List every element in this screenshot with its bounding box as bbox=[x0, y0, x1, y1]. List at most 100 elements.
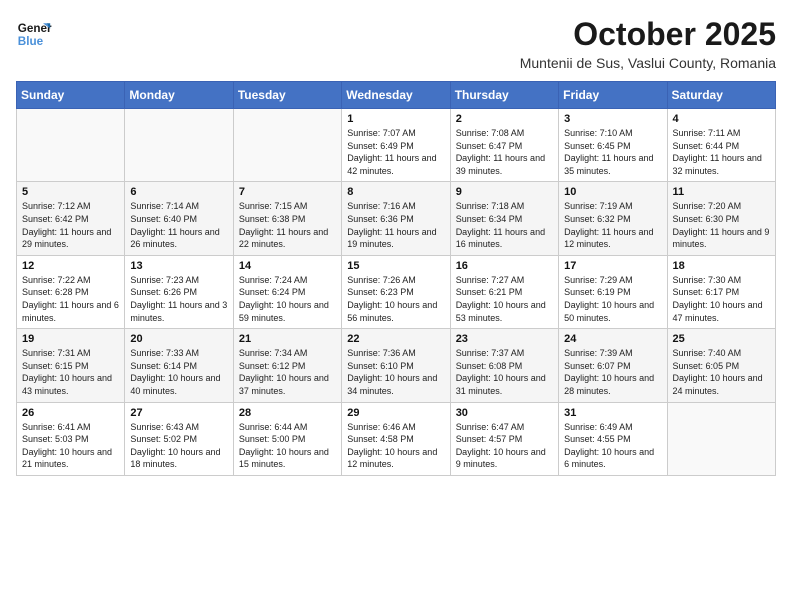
day-number: 21 bbox=[239, 333, 336, 345]
day-info: Sunrise: 7:27 AM Sunset: 6:21 PM Dayligh… bbox=[456, 274, 553, 324]
day-info: Sunrise: 6:43 AM Sunset: 5:02 PM Dayligh… bbox=[130, 421, 227, 471]
calendar-cell: 29Sunrise: 6:46 AM Sunset: 4:58 PM Dayli… bbox=[342, 402, 450, 475]
day-info: Sunrise: 7:19 AM Sunset: 6:32 PM Dayligh… bbox=[564, 200, 661, 250]
day-number: 16 bbox=[456, 260, 553, 272]
day-info: Sunrise: 7:29 AM Sunset: 6:19 PM Dayligh… bbox=[564, 274, 661, 324]
calendar-cell: 9 Sunrise: 7:18 AM Sunset: 6:34 PM Daylig… bbox=[450, 182, 558, 255]
day-number: 11 bbox=[673, 186, 770, 198]
day-info: Sunrise: 7:12 AM Sunset: 6:42 PM Dayligh… bbox=[22, 200, 119, 250]
day-info: Sunrise: 7:34 AM Sunset: 6:12 PM Dayligh… bbox=[239, 347, 336, 397]
calendar-cell: 1 Sunrise: 7:07 AM Sunset: 6:49 PM Daylig… bbox=[342, 109, 450, 182]
calendar-cell bbox=[125, 109, 233, 182]
calendar-cell: 21 Sunrise: 7:34 AM Sunset: 6:12 PM Dayli… bbox=[233, 329, 341, 402]
day-number: 30 bbox=[456, 407, 553, 419]
calendar-cell: 25Sunrise: 7:40 AM Sunset: 6:05 PM Dayli… bbox=[667, 329, 775, 402]
calendar-cell: 16 Sunrise: 7:27 AM Sunset: 6:21 PM Dayli… bbox=[450, 255, 558, 328]
weekday-header: Monday bbox=[125, 82, 233, 109]
calendar-cell: 15 Sunrise: 7:26 AM Sunset: 6:23 PM Dayli… bbox=[342, 255, 450, 328]
weekday-header-row: SundayMondayTuesdayWednesdayThursdayFrid… bbox=[17, 82, 776, 109]
day-number: 2 bbox=[456, 113, 553, 125]
day-number: 28 bbox=[239, 407, 336, 419]
calendar-cell: 10 Sunrise: 7:19 AM Sunset: 6:32 PM Dayli… bbox=[559, 182, 667, 255]
title-block: October 2025 Muntenii de Sus, Vaslui Cou… bbox=[520, 16, 776, 71]
calendar-cell: 2 Sunrise: 7:08 AM Sunset: 6:47 PM Daylig… bbox=[450, 109, 558, 182]
day-number: 14 bbox=[239, 260, 336, 272]
weekday-header: Tuesday bbox=[233, 82, 341, 109]
day-info: Sunrise: 7:37 AM Sunset: 6:08 PM Dayligh… bbox=[456, 347, 553, 397]
day-info: Sunrise: 7:15 AM Sunset: 6:38 PM Dayligh… bbox=[239, 200, 336, 250]
day-number: 8 bbox=[347, 186, 444, 198]
calendar-cell: 27 Sunrise: 6:43 AM Sunset: 5:02 PM Dayli… bbox=[125, 402, 233, 475]
weekday-header: Sunday bbox=[17, 82, 125, 109]
calendar-cell: 19Sunrise: 7:31 AM Sunset: 6:15 PM Dayli… bbox=[17, 329, 125, 402]
day-number: 31 bbox=[564, 407, 661, 419]
calendar-cell: 4 Sunrise: 7:11 AM Sunset: 6:44 PM Daylig… bbox=[667, 109, 775, 182]
day-number: 20 bbox=[130, 333, 227, 345]
calendar-week-row: 26 Sunrise: 6:41 AM Sunset: 5:03 PM Dayli… bbox=[17, 402, 776, 475]
day-info: Sunrise: 7:24 AM Sunset: 6:24 PM Dayligh… bbox=[239, 274, 336, 324]
calendar-cell: 11 Sunrise: 7:20 AM Sunset: 6:30 PM Dayli… bbox=[667, 182, 775, 255]
calendar-cell: 8Sunrise: 7:16 AM Sunset: 6:36 PM Daylig… bbox=[342, 182, 450, 255]
day-number: 26 bbox=[22, 407, 119, 419]
day-number: 1 bbox=[347, 113, 444, 125]
day-number: 6 bbox=[130, 186, 227, 198]
calendar-title: October 2025 bbox=[520, 16, 776, 53]
day-number: 3 bbox=[564, 113, 661, 125]
day-info: Sunrise: 7:30 AM Sunset: 6:17 PM Dayligh… bbox=[673, 274, 770, 324]
day-info: Sunrise: 6:41 AM Sunset: 5:03 PM Dayligh… bbox=[22, 421, 119, 471]
day-info: Sunrise: 7:14 AM Sunset: 6:40 PM Dayligh… bbox=[130, 200, 227, 250]
day-info: Sunrise: 7:08 AM Sunset: 6:47 PM Dayligh… bbox=[456, 127, 553, 177]
day-info: Sunrise: 7:20 AM Sunset: 6:30 PM Dayligh… bbox=[673, 200, 770, 250]
day-info: Sunrise: 7:11 AM Sunset: 6:44 PM Dayligh… bbox=[673, 127, 770, 177]
day-info: Sunrise: 7:18 AM Sunset: 6:34 PM Dayligh… bbox=[456, 200, 553, 250]
calendar-cell: 13Sunrise: 7:23 AM Sunset: 6:26 PM Dayli… bbox=[125, 255, 233, 328]
logo-icon: General Blue bbox=[16, 16, 52, 52]
day-number: 17 bbox=[564, 260, 661, 272]
calendar-cell: 31Sunrise: 6:49 AM Sunset: 4:55 PM Dayli… bbox=[559, 402, 667, 475]
calendar-subtitle: Muntenii de Sus, Vaslui County, Romania bbox=[520, 55, 776, 71]
day-number: 24 bbox=[564, 333, 661, 345]
day-info: Sunrise: 6:47 AM Sunset: 4:57 PM Dayligh… bbox=[456, 421, 553, 471]
calendar-cell: 7 Sunrise: 7:15 AM Sunset: 6:38 PM Daylig… bbox=[233, 182, 341, 255]
day-info: Sunrise: 7:22 AM Sunset: 6:28 PM Dayligh… bbox=[22, 274, 119, 324]
calendar-cell: 12 Sunrise: 7:22 AM Sunset: 6:28 PM Dayli… bbox=[17, 255, 125, 328]
calendar-table: SundayMondayTuesdayWednesdayThursdayFrid… bbox=[16, 81, 776, 476]
calendar-cell: 6 Sunrise: 7:14 AM Sunset: 6:40 PM Daylig… bbox=[125, 182, 233, 255]
calendar-cell: 5 Sunrise: 7:12 AM Sunset: 6:42 PM Daylig… bbox=[17, 182, 125, 255]
day-info: Sunrise: 7:33 AM Sunset: 6:14 PM Dayligh… bbox=[130, 347, 227, 397]
day-number: 9 bbox=[456, 186, 553, 198]
day-number: 7 bbox=[239, 186, 336, 198]
calendar-week-row: 12 Sunrise: 7:22 AM Sunset: 6:28 PM Dayli… bbox=[17, 255, 776, 328]
calendar-cell: 30 Sunrise: 6:47 AM Sunset: 4:57 PM Dayli… bbox=[450, 402, 558, 475]
day-number: 4 bbox=[673, 113, 770, 125]
header: General Blue October 2025 Muntenii de Su… bbox=[16, 16, 776, 71]
calendar-cell: 23Sunrise: 7:37 AM Sunset: 6:08 PM Dayli… bbox=[450, 329, 558, 402]
day-info: Sunrise: 6:44 AM Sunset: 5:00 PM Dayligh… bbox=[239, 421, 336, 471]
day-number: 12 bbox=[22, 260, 119, 272]
calendar-cell bbox=[17, 109, 125, 182]
calendar-cell: 18Sunrise: 7:30 AM Sunset: 6:17 PM Dayli… bbox=[667, 255, 775, 328]
calendar-cell: 14 Sunrise: 7:24 AM Sunset: 6:24 PM Dayli… bbox=[233, 255, 341, 328]
day-number: 5 bbox=[22, 186, 119, 198]
weekday-header: Saturday bbox=[667, 82, 775, 109]
day-number: 13 bbox=[130, 260, 227, 272]
weekday-header: Wednesday bbox=[342, 82, 450, 109]
day-number: 15 bbox=[347, 260, 444, 272]
calendar-cell: 24Sunrise: 7:39 AM Sunset: 6:07 PM Dayli… bbox=[559, 329, 667, 402]
day-info: Sunrise: 7:40 AM Sunset: 6:05 PM Dayligh… bbox=[673, 347, 770, 397]
calendar-cell: 28 Sunrise: 6:44 AM Sunset: 5:00 PM Dayli… bbox=[233, 402, 341, 475]
calendar-week-row: 1 Sunrise: 7:07 AM Sunset: 6:49 PM Daylig… bbox=[17, 109, 776, 182]
calendar-cell: 3 Sunrise: 7:10 AM Sunset: 6:45 PM Daylig… bbox=[559, 109, 667, 182]
day-info: Sunrise: 7:26 AM Sunset: 6:23 PM Dayligh… bbox=[347, 274, 444, 324]
day-info: Sunrise: 7:10 AM Sunset: 6:45 PM Dayligh… bbox=[564, 127, 661, 177]
weekday-header: Thursday bbox=[450, 82, 558, 109]
day-number: 27 bbox=[130, 407, 227, 419]
day-info: Sunrise: 7:31 AM Sunset: 6:15 PM Dayligh… bbox=[22, 347, 119, 397]
calendar-cell bbox=[233, 109, 341, 182]
calendar-cell: 20 Sunrise: 7:33 AM Sunset: 6:14 PM Dayli… bbox=[125, 329, 233, 402]
calendar-cell bbox=[667, 402, 775, 475]
calendar-cell: 22Sunrise: 7:36 AM Sunset: 6:10 PM Dayli… bbox=[342, 329, 450, 402]
day-number: 10 bbox=[564, 186, 661, 198]
day-info: Sunrise: 7:36 AM Sunset: 6:10 PM Dayligh… bbox=[347, 347, 444, 397]
day-info: Sunrise: 7:07 AM Sunset: 6:49 PM Dayligh… bbox=[347, 127, 444, 177]
